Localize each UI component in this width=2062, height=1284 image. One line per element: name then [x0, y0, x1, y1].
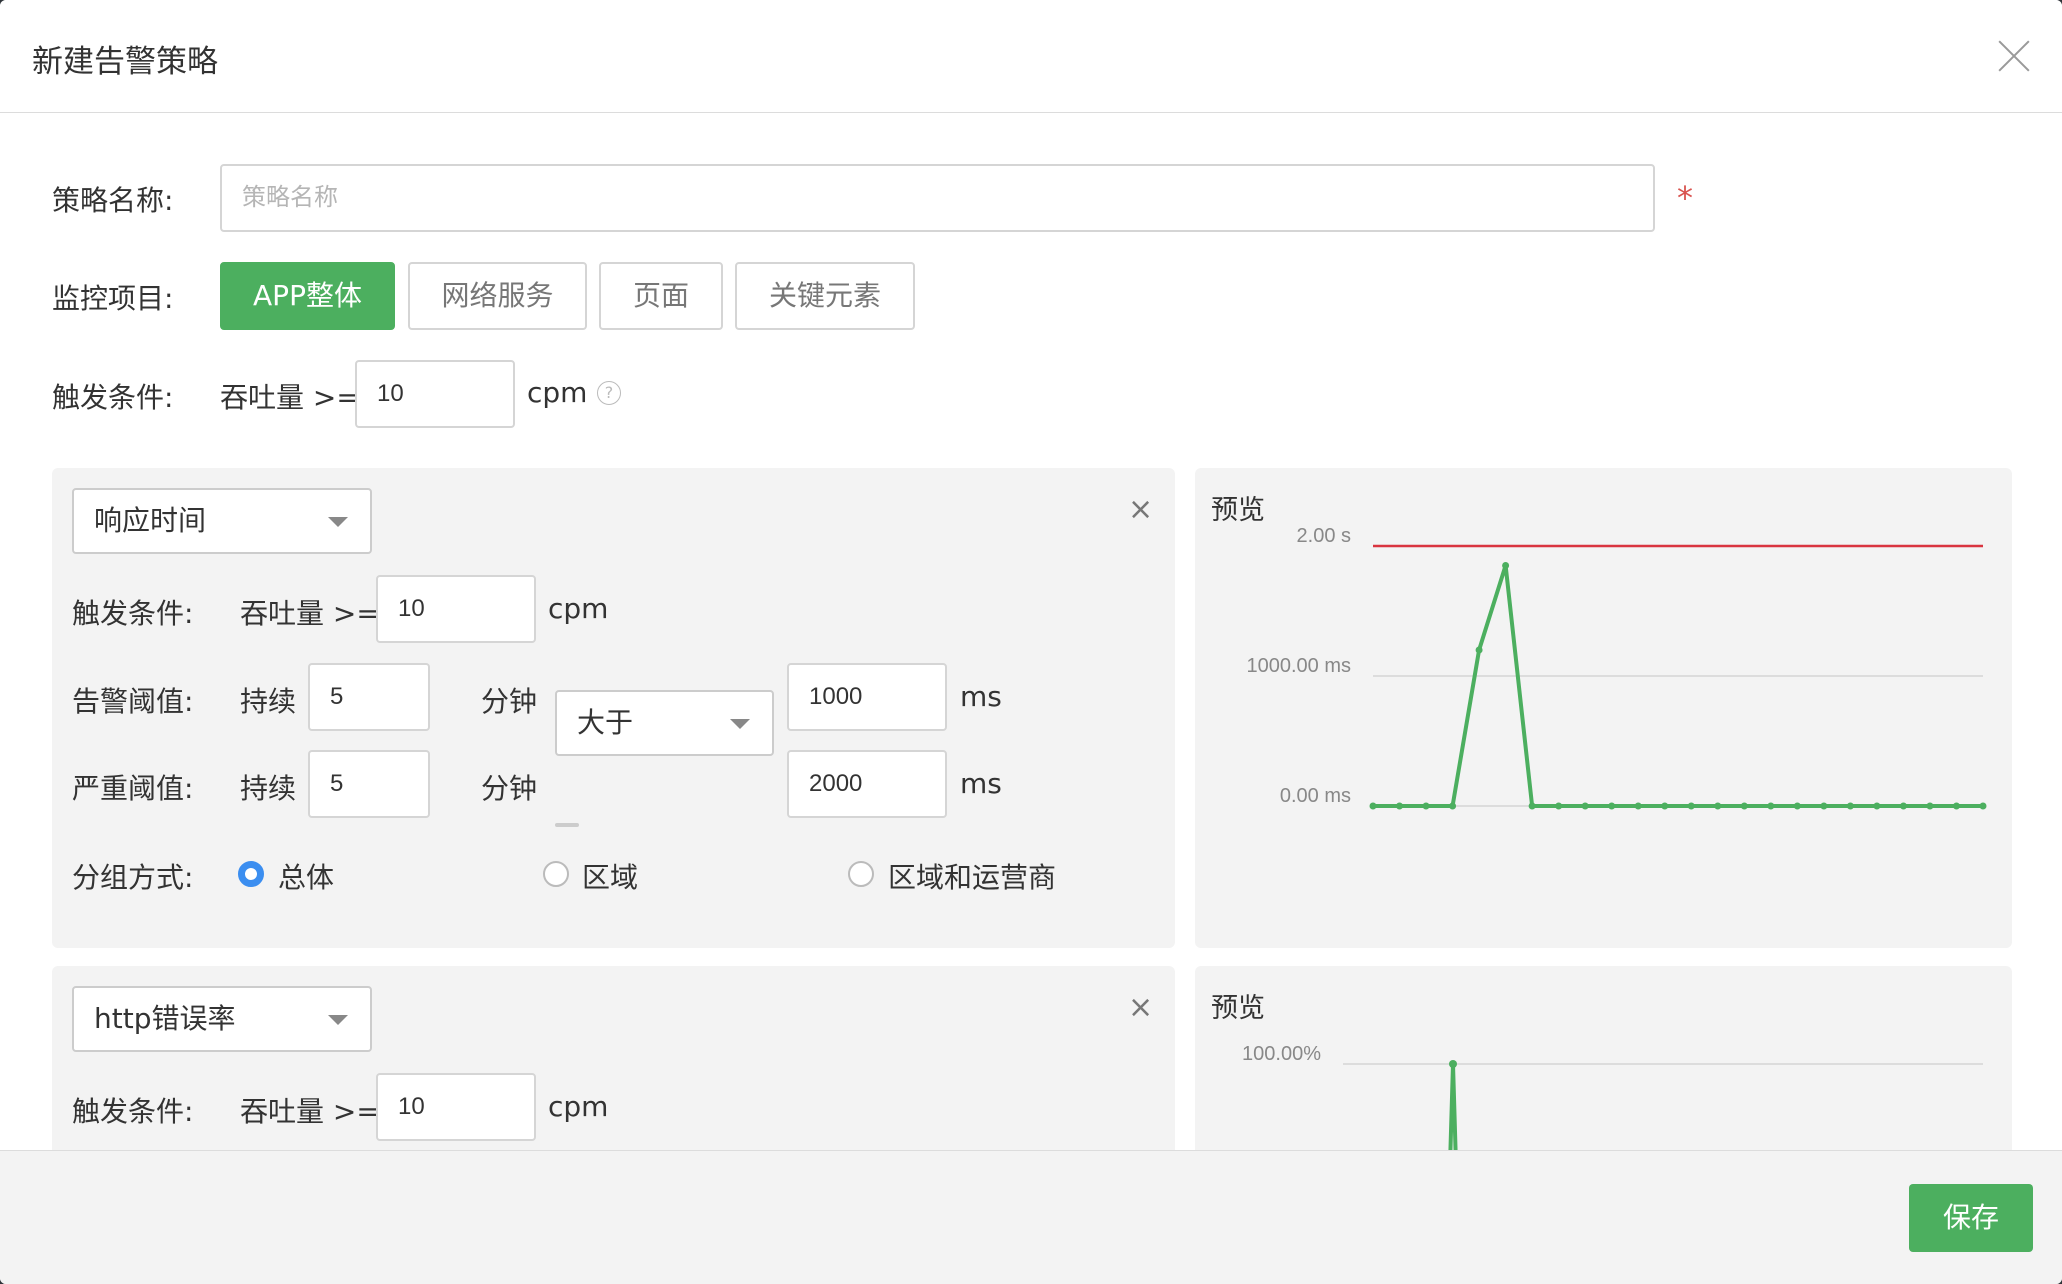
- critical-threshold-label: 严重阈值:: [72, 772, 194, 805]
- close-icon[interactable]: [1996, 38, 2032, 74]
- radio-region-isp[interactable]: [848, 861, 874, 887]
- response-time-preview-chart: 2.00 s 1000.00 ms 0.00 ms: [1246, 525, 1987, 810]
- critical-minute-label: 分钟: [481, 772, 538, 805]
- series-line: [1373, 563, 1983, 808]
- data-point: [1449, 802, 1457, 810]
- modal-title: 新建告警策略: [32, 44, 218, 80]
- data-point: [1422, 802, 1430, 810]
- series-line: [1448, 1062, 1458, 1150]
- tab-key-element[interactable]: 关键元素: [735, 262, 915, 330]
- data-point: [1740, 802, 1748, 810]
- chevron-down-icon: [328, 1015, 348, 1025]
- policy-name-input[interactable]: [220, 164, 1655, 232]
- metric-select-value: 响应时间: [94, 504, 207, 537]
- rule-panel-http-error-rate: http错误率 × 触发条件: 吞吐量 >= cpm: [52, 966, 1175, 1150]
- data-point: [1475, 646, 1483, 654]
- warn-value-input[interactable]: [787, 663, 947, 731]
- tab-network-service[interactable]: 网络服务: [408, 262, 587, 330]
- data-point: [1687, 802, 1695, 810]
- modal-header: 新建告警策略: [0, 0, 2062, 113]
- data-point: [1952, 802, 1960, 810]
- rule-throughput-unit: cpm: [548, 592, 609, 625]
- trigger-condition-label: 触发条件:: [52, 381, 174, 414]
- remove-rule-close-icon[interactable]: ×: [1128, 492, 1153, 527]
- save-button[interactable]: 保存: [1909, 1184, 2033, 1252]
- radio-region-label: 区域: [582, 861, 639, 894]
- policy-name-label: 策略名称:: [52, 184, 174, 217]
- new-alert-policy-modal: 新建告警策略 策略名称: * 监控项目: APP整体 网络服务 页面 关键元素 …: [0, 0, 2062, 1284]
- critical-duration-input[interactable]: [308, 750, 430, 818]
- warn-duration-label: 持续: [240, 685, 297, 718]
- rule-throughput-input[interactable]: [376, 575, 536, 643]
- critical-duration-label: 持续: [240, 772, 297, 805]
- warn-value-unit: ms: [960, 680, 1002, 713]
- y-tick-label: 0.00 ms: [1280, 785, 1351, 807]
- radio-region-isp-label: 区域和运营商: [888, 861, 1057, 894]
- data-point: [1608, 802, 1616, 810]
- group-by-label: 分组方式:: [72, 861, 194, 894]
- data-point: [1502, 562, 1510, 569]
- required-mark: *: [1677, 179, 1693, 217]
- radio-overall[interactable]: [238, 861, 264, 887]
- tab-app-overall[interactable]: APP整体: [220, 262, 395, 330]
- metric-select-2[interactable]: http错误率: [72, 986, 372, 1052]
- data-point: [1634, 802, 1642, 810]
- rule2-trigger-label: 触发条件:: [72, 1095, 194, 1128]
- rule-throughput-label: 吞吐量 >=: [240, 597, 380, 630]
- data-point: [1661, 802, 1669, 810]
- throughput-unit: cpm: [527, 376, 588, 409]
- throughput-input[interactable]: [355, 360, 515, 428]
- data-point: [1793, 802, 1801, 810]
- y-tick-label: 100.00%: [1242, 1043, 1321, 1065]
- radio-overall-label: 总体: [278, 861, 335, 894]
- data-point: [1767, 802, 1775, 810]
- data-point: [1926, 802, 1934, 810]
- radio-region[interactable]: [543, 861, 569, 887]
- warn-minute-label: 分钟: [481, 685, 538, 718]
- remove-rule-2-close-icon[interactable]: ×: [1128, 990, 1153, 1025]
- data-point: [1820, 802, 1828, 810]
- data-point: [1581, 802, 1589, 810]
- modal-body: 策略名称: * 监控项目: APP整体 网络服务 页面 关键元素 触发条件: 吞…: [0, 113, 2062, 1150]
- throughput-label: 吞吐量 >=: [220, 381, 360, 414]
- rule-trigger-label: 触发条件:: [72, 597, 194, 630]
- comparator-select[interactable]: 大于: [555, 690, 774, 756]
- data-point: [1528, 802, 1536, 810]
- critical-value-input[interactable]: [787, 750, 947, 818]
- preview-panel-response-time: 预览 2.00 s 1000.00 ms 0.00 ms: [1195, 468, 2012, 948]
- y-tick-label: 2.00 s: [1297, 525, 1351, 547]
- question-circle-icon[interactable]: ?: [597, 381, 621, 405]
- y-tick-label: 1000.00 ms: [1246, 655, 1351, 677]
- rule2-throughput-input[interactable]: [376, 1073, 536, 1141]
- data-point: [1369, 802, 1377, 810]
- preview-panel-http-error-rate: 预览 100.00%: [1195, 966, 2012, 1150]
- modal-footer: 保存: [0, 1150, 2062, 1284]
- data-point: [1396, 802, 1404, 810]
- metric-select-2-value: http错误率: [94, 1002, 236, 1035]
- warn-threshold-label: 告警阈值:: [72, 685, 194, 718]
- data-point: [1899, 802, 1907, 810]
- rule2-throughput-label: 吞吐量 >=: [240, 1095, 380, 1128]
- data-point: [1873, 802, 1881, 810]
- warn-duration-input[interactable]: [308, 663, 430, 731]
- critical-value-unit: ms: [960, 767, 1002, 800]
- data-point: [1714, 802, 1722, 810]
- monitor-item-label: 监控项目:: [52, 282, 174, 315]
- data-point: [1846, 802, 1854, 810]
- rule-panel-response-time: 响应时间 × 触发条件: 吞吐量 >= cpm 告警阈值: 持续 分钟 严重阈值…: [52, 468, 1175, 948]
- http-error-rate-preview-chart: 100.00%: [1242, 1043, 1983, 1150]
- chevron-down-icon: [328, 517, 348, 527]
- tab-page[interactable]: 页面: [599, 262, 723, 330]
- data-point: [1555, 802, 1563, 810]
- rule2-throughput-unit: cpm: [548, 1090, 609, 1123]
- data-point: [1979, 802, 1987, 810]
- comparator-select-value: 大于: [577, 706, 634, 739]
- metric-select[interactable]: 响应时间: [72, 488, 372, 554]
- data-point: [1449, 1060, 1457, 1068]
- chevron-down-icon: [730, 719, 750, 729]
